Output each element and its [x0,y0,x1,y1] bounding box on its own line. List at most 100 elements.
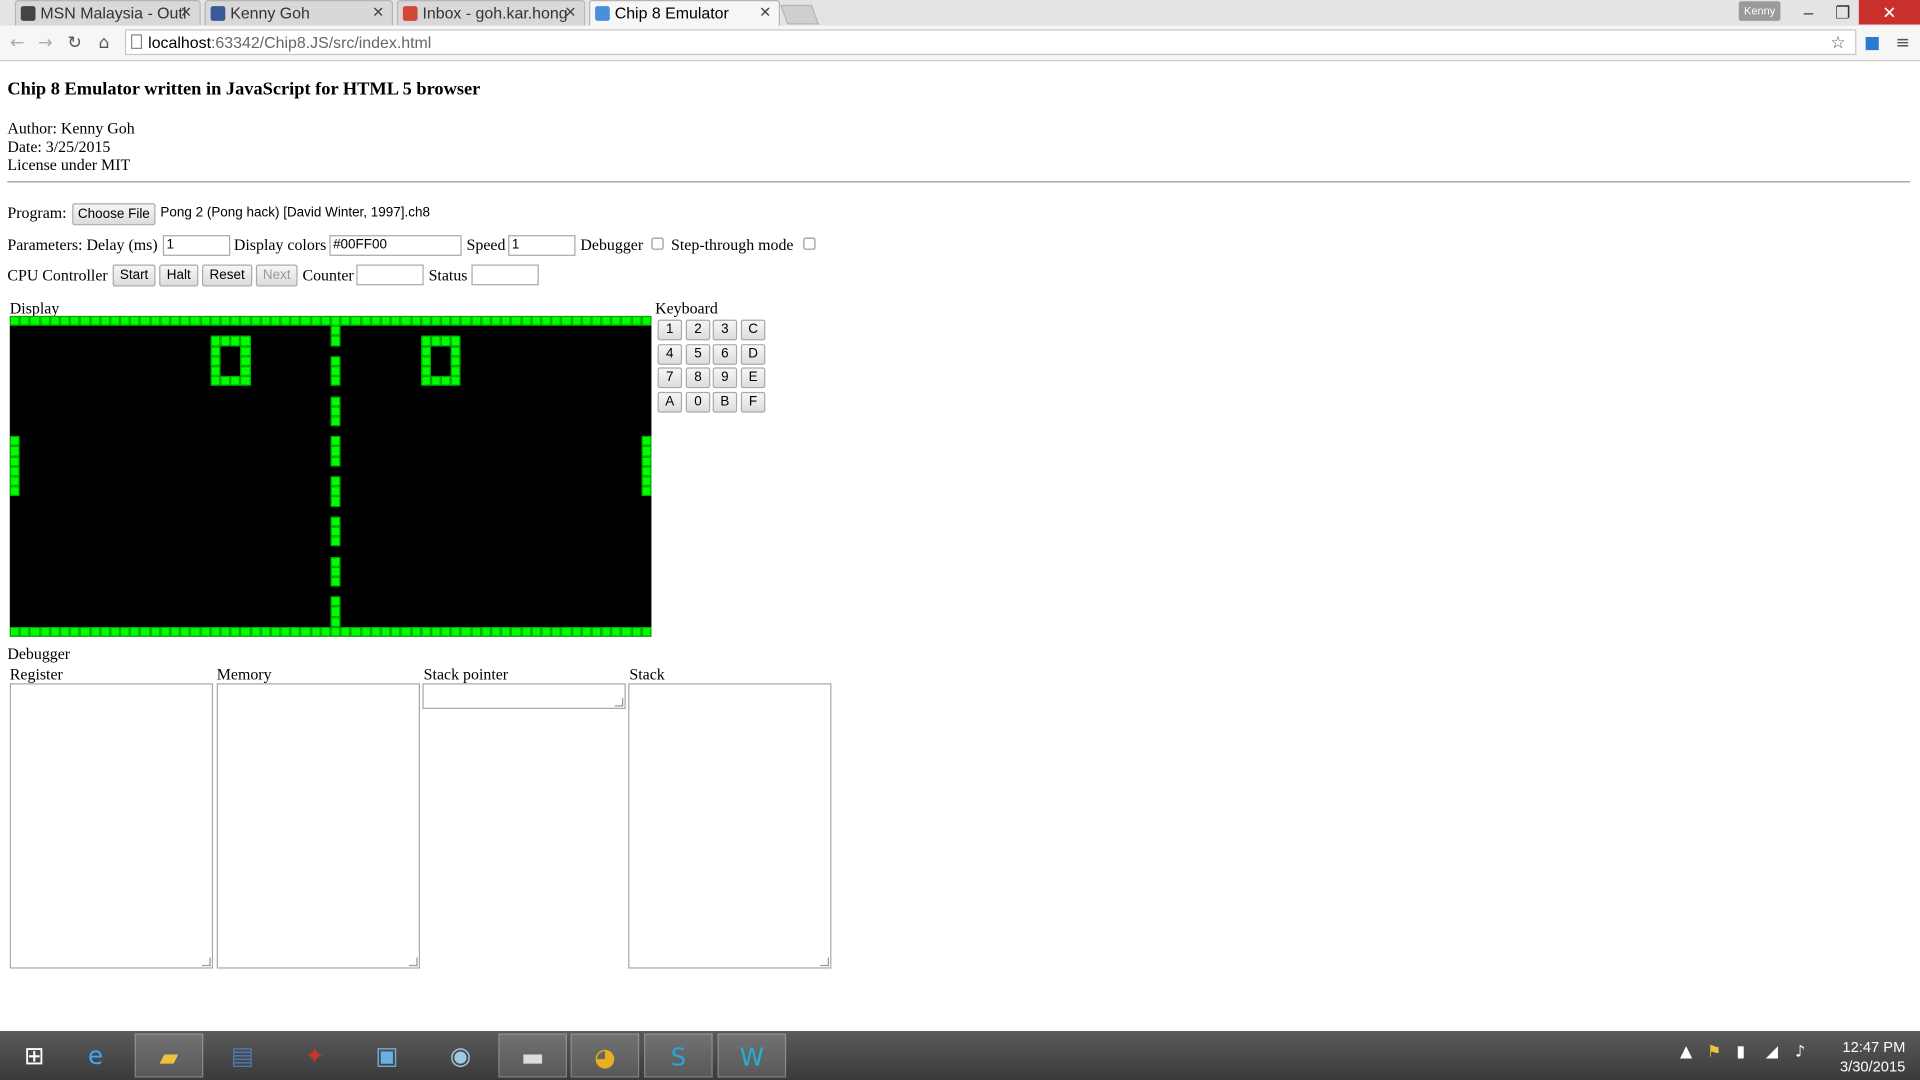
key-a-button[interactable]: A [657,391,683,413]
key-0-button[interactable]: 0 [685,391,711,413]
key-3-button[interactable]: 3 [712,319,738,341]
key-5-button[interactable]: 5 [685,344,711,365]
webstorm-icon[interactable]: W [717,1033,787,1078]
extension-icon[interactable]: ■ [1861,32,1883,54]
key-b-button[interactable]: B [712,391,738,413]
key-9-button[interactable]: 9 [712,367,738,389]
tab-gmail[interactable]: Inbox - goh.kar.hong ✕ [396,0,586,26]
tab-msn[interactable]: MSN Malaysia - Outl ✕ [14,0,201,26]
top-wall-pixel [29,315,40,326]
net-pixel [330,606,341,617]
file-explorer-icon[interactable]: ▰ [134,1033,204,1078]
bottom-wall-pixel [290,626,301,637]
stack-pointer-textarea[interactable] [422,683,626,709]
halt-button[interactable]: Halt [159,264,199,287]
resize-handle[interactable] [408,957,418,967]
network-app-icon[interactable]: ◉ [426,1033,495,1077]
bottom-wall-pixel [551,626,562,637]
top-wall-pixel [370,315,381,326]
top-wall-pixel [360,315,371,326]
resize-handle[interactable] [614,697,624,707]
choose-file-button[interactable]: Choose File [72,203,156,226]
key-f-button[interactable]: F [740,391,766,413]
top-wall-pixel [340,315,351,326]
left-score-pixel [210,335,221,346]
windows-start-icon[interactable]: ⊞ [0,1033,69,1077]
skype-icon[interactable]: S [644,1033,713,1078]
close-icon[interactable]: ✕ [759,4,771,21]
top-wall-pixel [450,315,461,326]
next-button[interactable]: Next [255,264,298,287]
new-tab-button[interactable] [780,4,820,25]
address-bar[interactable]: localhost:63342/Chip8.JS/src/index.html [124,29,1857,56]
right-paddle-pixel [641,466,652,477]
bottom-wall-pixel [450,626,461,637]
bottom-wall-pixel [260,626,271,637]
clock[interactable]: 12:47 PM 3/30/2015 [1840,1037,1905,1076]
status-input[interactable] [471,264,539,286]
resize-handle[interactable] [202,957,211,967]
key-1-button[interactable]: 1 [657,319,683,341]
step-through-checkbox[interactable] [803,237,816,250]
key-6-button[interactable]: 6 [712,344,738,365]
display-colors-input[interactable]: #00FF00 [329,235,462,256]
debugger-checkbox[interactable] [651,237,664,250]
key-4-button[interactable]: 4 [657,344,683,365]
delay-input[interactable]: 1 [162,235,231,256]
stack-textarea[interactable] [628,683,832,969]
debugger-heading: Debugger [7,644,71,663]
counter-input[interactable] [356,264,424,286]
bottom-wall-pixel [511,626,522,637]
forward-icon[interactable]: → [34,32,56,54]
left-paddle-pixel [9,476,20,487]
close-icon[interactable]: ✕ [180,4,192,21]
key-c-button[interactable]: C [740,319,766,341]
top-wall-pixel [621,315,632,326]
tab-chip8[interactable]: Chip 8 Emulator ✕ [588,0,781,26]
net-pixel [330,526,341,537]
action-center-icon[interactable]: ⚑ [1707,1043,1721,1061]
reload-icon[interactable]: ↻ [64,32,86,54]
key-e-button[interactable]: E [740,367,766,389]
key-2-button[interactable]: 2 [685,319,711,341]
task-manager-icon[interactable]: ▤ [208,1033,277,1077]
command-prompt-icon[interactable]: ▬ [498,1033,567,1078]
speed-input[interactable]: 1 [508,235,576,256]
menu-icon[interactable]: ≡ [1892,32,1914,54]
right-score-pixel [420,335,431,346]
signal-icon[interactable]: ◢ [1766,1043,1778,1061]
chrome-icon[interactable]: ◕ [570,1033,640,1078]
tray-expand-icon[interactable]: ▲ [1680,1043,1692,1061]
close-icon[interactable]: ✕ [372,4,384,21]
close-icon[interactable]: ✕ [564,4,576,21]
reset-button[interactable]: Reset [202,264,253,287]
register-textarea[interactable] [9,683,214,969]
top-wall-pixel [190,315,201,326]
star-icon[interactable]: ☆ [1827,32,1849,54]
profile-badge[interactable]: Kenny [1738,1,1781,21]
key-7-button[interactable]: 7 [657,367,683,389]
key-d-button[interactable]: D [740,344,766,365]
internet-explorer-icon[interactable]: e [61,1033,130,1077]
back-icon[interactable]: ← [6,32,28,54]
dragon-app-icon[interactable]: ✦ [280,1033,349,1077]
window-close-button[interactable]: ✕ [1858,0,1920,25]
battery-icon[interactable]: ▮ [1736,1043,1745,1061]
app-window-icon[interactable]: ▣ [353,1033,422,1077]
memory-textarea[interactable] [216,683,421,969]
top-wall-pixel [430,315,441,326]
top-wall-pixel [470,315,481,326]
volume-icon[interactable]: ♪ [1795,1043,1805,1061]
right-score-pixel [420,366,431,377]
tab-facebook[interactable]: Kenny Goh ✕ [204,0,394,26]
key-8-button[interactable]: 8 [685,367,711,389]
start-button[interactable]: Start [112,264,156,287]
restore-icon[interactable]: ❐ [1825,0,1862,24]
keyboard-label: Keyboard [655,298,718,318]
left-paddle-pixel [9,466,20,477]
resize-handle[interactable] [820,957,829,967]
clock-date: 3/30/2015 [1839,1057,1906,1076]
home-icon[interactable]: ⌂ [93,32,115,54]
minimize-icon[interactable]: – [1790,0,1827,24]
top-wall-pixel [380,315,391,326]
